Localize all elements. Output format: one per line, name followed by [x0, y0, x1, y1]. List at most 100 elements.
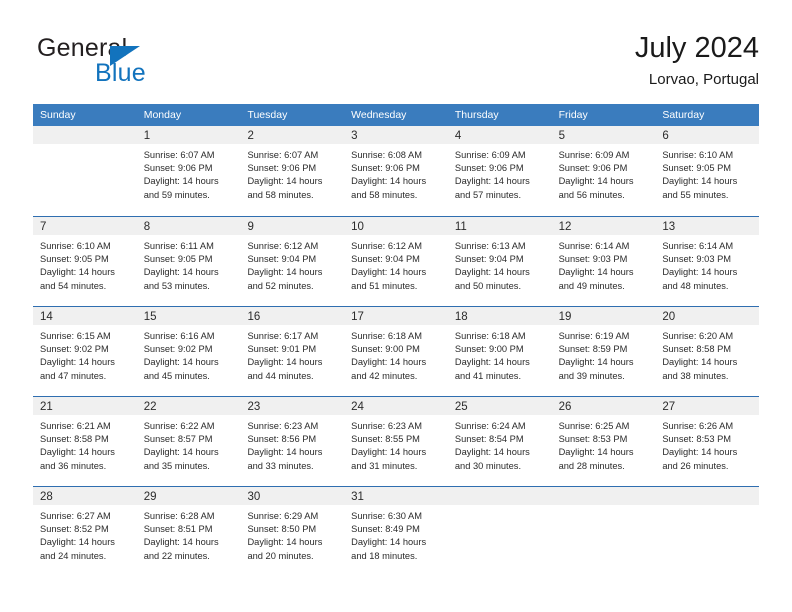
day-number: 3	[351, 130, 358, 142]
day-details: Sunrise: 6:23 AM Sunset: 8:56 PM Daylight:…	[240, 415, 344, 473]
sunset-line: Sunset: 9:03 PM	[662, 254, 732, 265]
sunset-line: Sunset: 9:06 PM	[247, 163, 317, 174]
day-cell[interactable]: 5 Sunrise: 6:09 AM Sunset: 9:06 PM Daylight…	[551, 126, 656, 216]
daylight-line: and 58 minutes.	[351, 189, 418, 200]
sunrise-line: Sunrise: 6:20 AM	[662, 331, 734, 341]
date-band: 11	[447, 217, 552, 235]
sunrise-line: Sunrise: 6:10 AM	[662, 150, 734, 160]
daylight-line: and 18 minutes.	[351, 550, 418, 561]
date-band: 15	[136, 307, 241, 325]
day-cell[interactable]: 30 Sunrise: 6:29 AM Sunset: 8:50 PM Dayligh…	[240, 487, 345, 576]
sunset-line: Sunset: 9:04 PM	[454, 254, 524, 265]
daylight-line: Daylight: 14 hours	[351, 357, 427, 368]
daylight-line: Daylight: 14 hours	[247, 447, 323, 458]
day-details: Sunrise: 6:28 AM Sunset: 8:51 PM Daylight:…	[137, 505, 241, 563]
day-details: Sunrise: 6:18 AM Sunset: 9:00 PM Daylight:…	[344, 325, 448, 383]
day-details: Sunrise: 6:30 AM Sunset: 8:49 PM Daylight:…	[344, 505, 448, 563]
day-number: 11	[454, 221, 467, 233]
page-header: General Blue July 2024 Lorvao, Portugal	[33, 30, 759, 96]
day-number: 30	[247, 491, 261, 503]
daylight-line: and 57 minutes.	[454, 189, 522, 200]
day-cell[interactable]: 9 Sunrise: 6:12 AM Sunset: 9:04 PM Daylight…	[240, 217, 345, 306]
daylight-line: and 53 minutes.	[143, 280, 210, 291]
daylight-line: Daylight: 14 hours	[558, 357, 634, 368]
day-cell-empty	[551, 487, 656, 576]
day-number: 10	[351, 221, 364, 233]
day-number: 1	[143, 130, 151, 142]
day-cell[interactable]: 19 Sunrise: 6:19 AM Sunset: 8:59 PM Dayligh…	[551, 307, 656, 396]
day-cell[interactable]: 6 Sunrise: 6:10 AM Sunset: 9:05 PM Daylight…	[655, 126, 760, 216]
daylight-line: and 48 minutes.	[662, 280, 729, 291]
sunset-line: Sunset: 8:52 PM	[40, 524, 109, 535]
daylight-line: Daylight: 14 hours	[247, 357, 323, 368]
day-cell[interactable]: 13 Sunrise: 6:14 AM Sunset: 9:03 PM Dayligh…	[655, 217, 760, 306]
date-band: 21	[33, 397, 137, 415]
day-details: Sunrise: 6:19 AM Sunset: 8:59 PM Daylight:…	[552, 325, 656, 383]
week-row: 1 Sunrise: 6:07 AM Sunset: 9:06 PM Daylight…	[33, 126, 760, 216]
day-cell[interactable]: 17 Sunrise: 6:18 AM Sunset: 9:00 PM Dayligh…	[344, 307, 448, 396]
sunrise-line: Sunrise: 6:26 AM	[662, 421, 734, 431]
daylight-line: Daylight: 14 hours	[40, 537, 115, 548]
general-blue-logo[interactable]: General Blue	[37, 34, 257, 92]
daylight-line: and 33 minutes.	[247, 460, 314, 471]
daylight-line: and 54 minutes.	[40, 280, 107, 291]
day-cell[interactable]: 31 Sunrise: 6:30 AM Sunset: 8:49 PM Dayligh…	[344, 487, 448, 576]
day-cell[interactable]: 28 Sunrise: 6:27 AM Sunset: 8:52 PM Dayligh…	[33, 487, 137, 576]
day-cell[interactable]: 26 Sunrise: 6:25 AM Sunset: 8:53 PM Dayligh…	[551, 397, 656, 486]
day-number: 24	[351, 401, 364, 413]
weekday-header-sunday: Sunday	[40, 109, 76, 121]
day-cell[interactable]: 1 Sunrise: 6:07 AM Sunset: 9:06 PM Daylight…	[136, 126, 241, 216]
daylight-line: and 58 minutes.	[247, 189, 314, 200]
daylight-line: and 50 minutes.	[454, 280, 522, 291]
day-cell[interactable]: 11 Sunrise: 6:13 AM Sunset: 9:04 PM Dayligh…	[447, 217, 552, 306]
sunset-line: Sunset: 9:06 PM	[143, 163, 213, 174]
daylight-line: and 51 minutes.	[351, 280, 418, 291]
daylight-line: and 59 minutes.	[143, 189, 210, 200]
daylight-line: Daylight: 14 hours	[351, 176, 427, 187]
day-cell[interactable]: 27 Sunrise: 6:26 AM Sunset: 8:53 PM Dayligh…	[655, 397, 760, 486]
day-details: Sunrise: 6:10 AM Sunset: 9:05 PM Daylight:…	[33, 235, 137, 293]
day-number: 19	[558, 311, 572, 323]
day-cell[interactable]: 23 Sunrise: 6:23 AM Sunset: 8:56 PM Dayligh…	[240, 397, 345, 486]
day-cell[interactable]: 15 Sunrise: 6:16 AM Sunset: 9:02 PM Dayligh…	[136, 307, 241, 396]
day-cell[interactable]: 22 Sunrise: 6:22 AM Sunset: 8:57 PM Dayligh…	[136, 397, 241, 486]
day-number: 2	[247, 130, 254, 142]
day-cell[interactable]: 16 Sunrise: 6:17 AM Sunset: 9:01 PM Dayligh…	[240, 307, 345, 396]
day-cell[interactable]: 20 Sunrise: 6:20 AM Sunset: 8:58 PM Dayligh…	[655, 307, 760, 396]
day-cell[interactable]: 21 Sunrise: 6:21 AM Sunset: 8:58 PM Dayligh…	[33, 397, 137, 486]
sunrise-line: Sunrise: 6:30 AM	[351, 511, 422, 521]
day-cell[interactable]: 12 Sunrise: 6:14 AM Sunset: 9:03 PM Dayligh…	[551, 217, 656, 306]
day-cell[interactable]: 14 Sunrise: 6:15 AM Sunset: 9:02 PM Dayligh…	[33, 307, 137, 396]
daylight-line: Daylight: 14 hours	[558, 447, 634, 458]
week-row: 21 Sunrise: 6:21 AM Sunset: 8:58 PM Dayligh…	[33, 396, 760, 486]
daylight-line: and 55 minutes.	[662, 189, 729, 200]
day-cell[interactable]: 25 Sunrise: 6:24 AM Sunset: 8:54 PM Dayligh…	[447, 397, 552, 486]
day-cell[interactable]: 3 Sunrise: 6:08 AM Sunset: 9:06 PM Daylight…	[344, 126, 448, 216]
day-cell[interactable]: 10 Sunrise: 6:12 AM Sunset: 9:04 PM Dayligh…	[344, 217, 448, 306]
sunset-line: Sunset: 9:06 PM	[454, 163, 524, 174]
daylight-line: Daylight: 14 hours	[143, 176, 219, 187]
sunrise-line: Sunrise: 6:12 AM	[351, 241, 422, 251]
day-number: 23	[247, 401, 261, 413]
daylight-line: Daylight: 14 hours	[662, 267, 738, 278]
calendar-grid: Sunday Monday Tuesday Wednesday Thursday Frid…	[33, 104, 760, 576]
daylight-line: and 30 minutes.	[454, 460, 522, 471]
day-details: Sunrise: 6:13 AM Sunset: 9:04 PM Daylight:…	[448, 235, 552, 293]
day-cell[interactable]: 7 Sunrise: 6:10 AM Sunset: 9:05 PM Daylight…	[33, 217, 137, 306]
day-details: Sunrise: 6:25 AM Sunset: 8:53 PM Daylight:…	[552, 415, 656, 473]
day-details: Sunrise: 6:14 AM Sunset: 9:03 PM Daylight:…	[552, 235, 656, 293]
daylight-line: and 31 minutes.	[351, 460, 418, 471]
day-cell[interactable]: 8 Sunrise: 6:11 AM Sunset: 9:05 PM Daylight…	[136, 217, 241, 306]
day-cell[interactable]: 29 Sunrise: 6:28 AM Sunset: 8:51 PM Dayligh…	[136, 487, 241, 576]
sunset-line: Sunset: 8:50 PM	[247, 524, 317, 535]
sunrise-line: Sunrise: 6:16 AM	[143, 331, 215, 341]
date-band: 28	[33, 487, 137, 505]
day-cell[interactable]: 24 Sunrise: 6:23 AM Sunset: 8:55 PM Dayligh…	[344, 397, 448, 486]
day-cell[interactable]: 2 Sunrise: 6:07 AM Sunset: 9:06 PM Daylight…	[240, 126, 345, 216]
day-cell[interactable]: 18 Sunrise: 6:18 AM Sunset: 9:00 PM Dayligh…	[447, 307, 552, 396]
page-title: July 2024	[634, 32, 759, 64]
day-cell[interactable]: 4 Sunrise: 6:09 AM Sunset: 9:06 PM Daylight…	[447, 126, 552, 216]
day-details: Sunrise: 6:07 AM Sunset: 9:06 PM Daylight:…	[137, 144, 241, 202]
sunset-line: Sunset: 8:56 PM	[247, 434, 317, 445]
date-band	[447, 487, 552, 505]
